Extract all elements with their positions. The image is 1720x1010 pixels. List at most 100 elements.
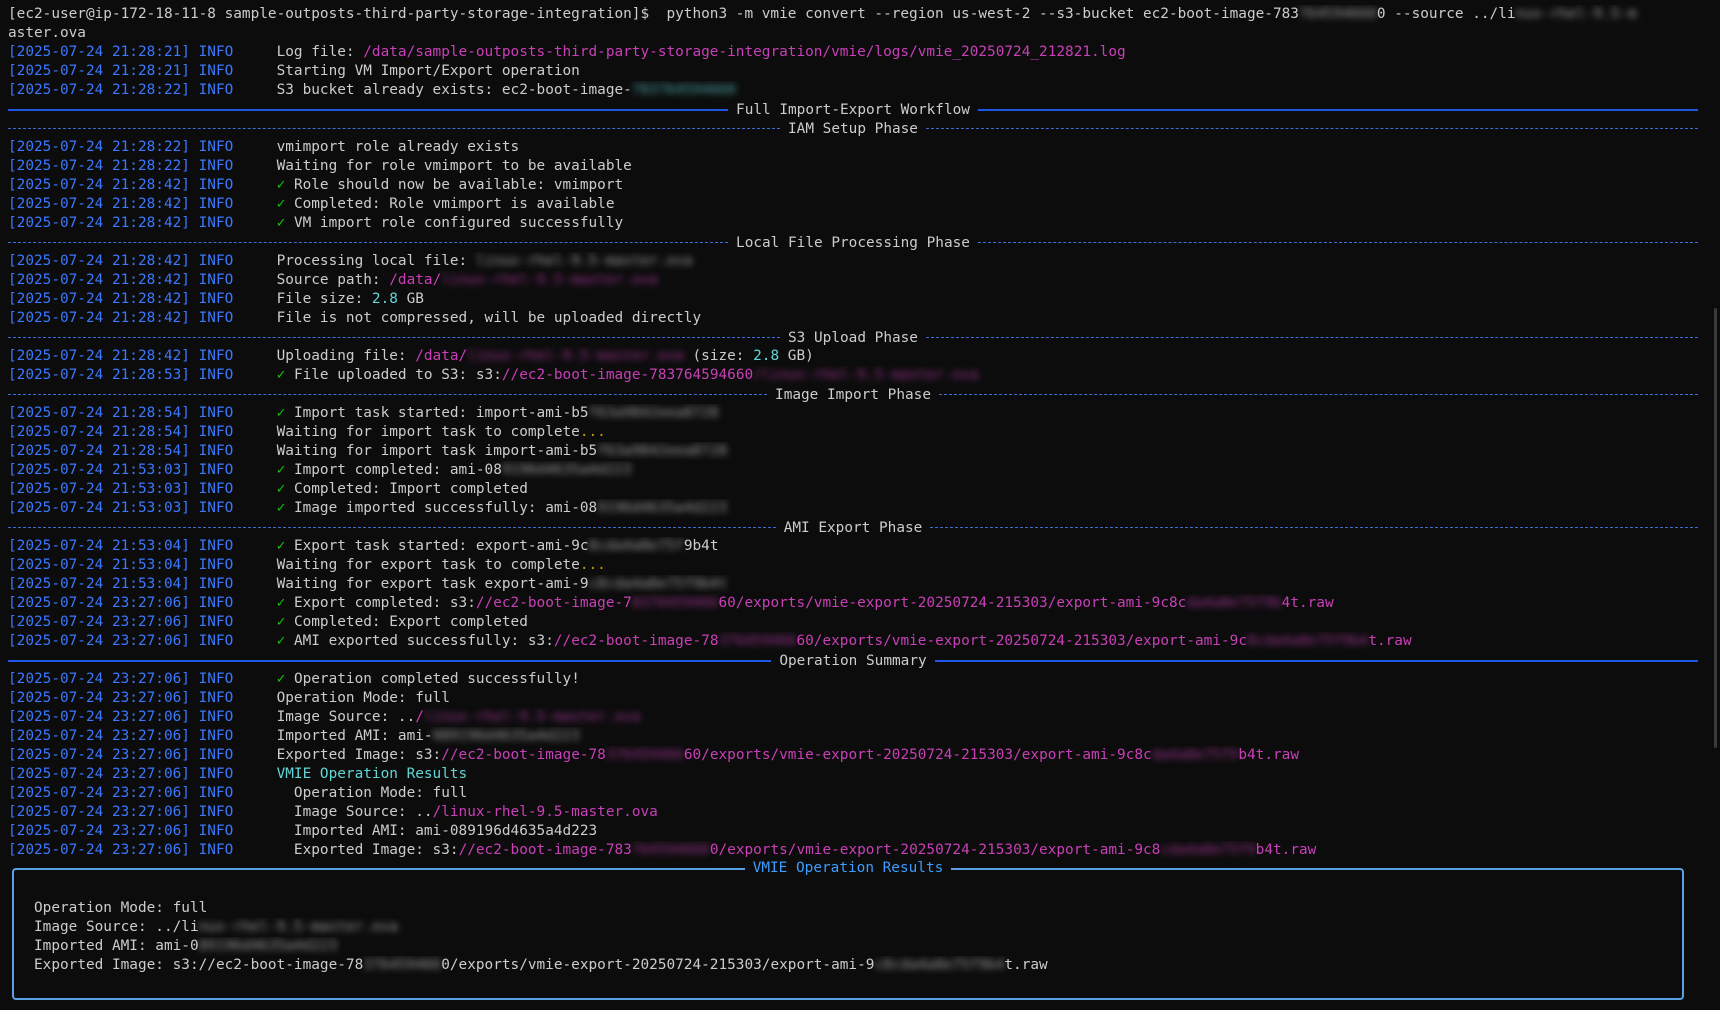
section-title: Operation Summary — [779, 652, 927, 669]
log-timestamp: [2025-07-24 23:27:06] — [8, 766, 190, 782]
check-icon: ✓ — [276, 215, 286, 231]
redacted-text: 9196d4635a4d223 — [501, 462, 632, 478]
divider-line — [977, 108, 1698, 111]
panel-title: VMIE Operation Results — [14, 859, 1682, 878]
log-timestamp: [2025-07-24 21:28:53] — [8, 367, 190, 383]
log-timestamp: [2025-07-24 23:27:06] — [8, 595, 190, 611]
divider-line — [930, 527, 1698, 528]
redacted-text: linux-rhel-9.5-master.ova — [475, 253, 693, 269]
path-text: //ec2-boot-image-7 — [475, 595, 632, 611]
log-line: [2025-07-24 23:27:06] INFO Exported Imag… — [8, 746, 1698, 765]
command-text-tail: 0 --source ../li — [1376, 6, 1516, 22]
panel-row: Operation Mode: full — [34, 899, 1048, 918]
log-line: [2025-07-24 21:28:22] INFO vmimport role… — [8, 138, 1698, 157]
message-text: Exported Image: s3: — [276, 747, 442, 763]
log-timestamp: [2025-07-24 21:28:22] — [8, 139, 190, 155]
log-line: [2025-07-24 23:27:06] INFO VMIE Operatio… — [8, 765, 1698, 784]
redacted-text: linux-rhel-9.5-master.ova — [423, 709, 641, 725]
redacted-text: nux-rhel-9.5-master.ova — [198, 919, 398, 935]
message-text: t.raw — [1004, 957, 1048, 973]
path-text: //ec2-boot-image-783764594660 — [501, 367, 754, 383]
log-line: [2025-07-24 21:28:22] INFO Waiting for r… — [8, 157, 1698, 176]
log-level: INFO — [198, 709, 234, 725]
message-text: File size: — [276, 291, 372, 307]
message-text: Waiting for export task to complete — [276, 557, 580, 573]
log-level: INFO — [198, 272, 234, 288]
log-lines: [2025-07-24 21:28:21] INFO Log file: /da… — [8, 43, 1699, 860]
log-line: [2025-07-24 21:28:42] INFO ✓ Role should… — [8, 176, 1698, 195]
log-level: INFO — [198, 804, 234, 820]
log-level: INFO — [198, 291, 234, 307]
message-text: Completed: Role vmimport is available — [285, 196, 615, 212]
divider-line — [977, 242, 1698, 243]
redacted-text: 376459466 — [605, 747, 684, 763]
log-line: [2025-07-24 21:53:03] INFO ✓ Import comp… — [8, 461, 1698, 480]
log-line: [2025-07-24 21:28:54] INFO ✓ Import task… — [8, 404, 1698, 423]
log-level: INFO — [198, 196, 234, 212]
log-line: [2025-07-24 23:27:06] INFO Imported AMI:… — [8, 822, 1698, 841]
message-text: Imported AMI: ami- — [276, 728, 433, 744]
divider-line — [8, 128, 781, 129]
log-level: INFO — [198, 443, 234, 459]
message-text: Operation Mode: full — [34, 900, 208, 916]
redacted-text: f63a9842eea8728 — [597, 443, 728, 459]
log-timestamp: [2025-07-24 21:28:22] — [8, 158, 190, 174]
section-title: Local File Processing Phase — [736, 234, 970, 251]
log-timestamp: [2025-07-24 21:28:54] — [8, 424, 190, 440]
redacted-text: c8cda4a8e75f9b4t — [588, 576, 728, 592]
redacted-text: 783764594660 — [631, 82, 736, 98]
redacted-text: 8cda4a8e75f — [588, 538, 684, 554]
log-timestamp: [2025-07-24 21:28:42] — [8, 215, 190, 231]
check-icon: ✓ — [276, 500, 286, 516]
log-timestamp: [2025-07-24 21:28:42] — [8, 177, 190, 193]
log-line: [2025-07-24 21:28:53] INFO ✓ File upload… — [8, 366, 1698, 385]
section-divider: Operation Summary — [8, 651, 1699, 670]
redacted-text: /linux-rhel-9.5-master.ova — [753, 367, 979, 383]
message-text: ... — [579, 557, 606, 573]
section-title: IAM Setup Phase — [788, 120, 918, 137]
divider-line — [8, 659, 772, 662]
log-level: INFO — [198, 633, 234, 649]
log-level: INFO — [198, 462, 234, 478]
log-timestamp: [2025-07-24 23:27:06] — [8, 614, 190, 630]
redacted-text: 089196d4635a4d223 — [432, 728, 580, 744]
log-line: [2025-07-24 21:28:21] INFO Starting VM I… — [8, 62, 1698, 81]
message-text: GB — [397, 291, 424, 307]
check-icon: ✓ — [276, 367, 286, 383]
log-level: INFO — [198, 747, 234, 763]
log-line: [2025-07-24 23:27:06] INFO ✓ Operation c… — [8, 670, 1698, 689]
log-line: [2025-07-24 23:27:06] INFO ✓ Completed: … — [8, 613, 1698, 632]
message-text: Imported AMI: ami-089196d4635a4d223 — [276, 823, 598, 839]
divider-line — [925, 337, 1698, 338]
message-text: Waiting for export task export-ami-9 — [276, 576, 589, 592]
log-timestamp: [2025-07-24 21:28:42] — [8, 348, 190, 364]
path-text: b4t.raw — [1238, 747, 1299, 763]
check-icon: ✓ — [276, 481, 286, 497]
check-icon: ✓ — [276, 633, 286, 649]
section-divider: Full Import-Export Workflow — [8, 100, 1698, 119]
log-level: INFO — [198, 44, 234, 60]
message-text: VM import role configured successfully — [285, 215, 624, 231]
redacted-text: 376459466 — [363, 957, 442, 973]
section-title: S3 Upload Phase — [788, 329, 918, 346]
command-text: python3 -m vmie convert --region us-west… — [649, 6, 1299, 22]
log-level: INFO — [198, 785, 234, 801]
log-timestamp: [2025-07-24 21:53:03] — [8, 500, 190, 516]
log-timestamp: [2025-07-24 23:27:06] — [8, 633, 190, 649]
log-line: [2025-07-24 21:53:04] INFO Waiting for e… — [8, 556, 1698, 575]
log-line: [2025-07-24 21:28:42] INFO ✓ VM import r… — [8, 214, 1698, 233]
results-panel: VMIE Operation Results Operation Mode: f… — [12, 860, 1684, 1000]
log-timestamp: [2025-07-24 21:28:42] — [8, 291, 190, 307]
redacted-text: 764594660 — [631, 842, 710, 858]
redacted-text: f63a9842eea8728 — [588, 405, 719, 421]
message-text: Log file: — [276, 44, 364, 60]
log-timestamp: [2025-07-24 23:27:06] — [8, 728, 190, 744]
log-line: [2025-07-24 23:27:06] INFO Exported Imag… — [8, 841, 1698, 860]
log-level: INFO — [198, 595, 234, 611]
check-icon: ✓ — [276, 595, 286, 611]
path-text: /data/ — [389, 272, 442, 288]
log-line: [2025-07-24 21:28:42] INFO File size: 2.… — [8, 290, 1698, 309]
log-level: INFO — [198, 310, 234, 326]
scrollbar[interactable] — [1714, 308, 1717, 748]
terminal-output[interactable]: [ec2-user@ip-172-18-11-8 sample-outposts… — [8, 5, 1699, 860]
